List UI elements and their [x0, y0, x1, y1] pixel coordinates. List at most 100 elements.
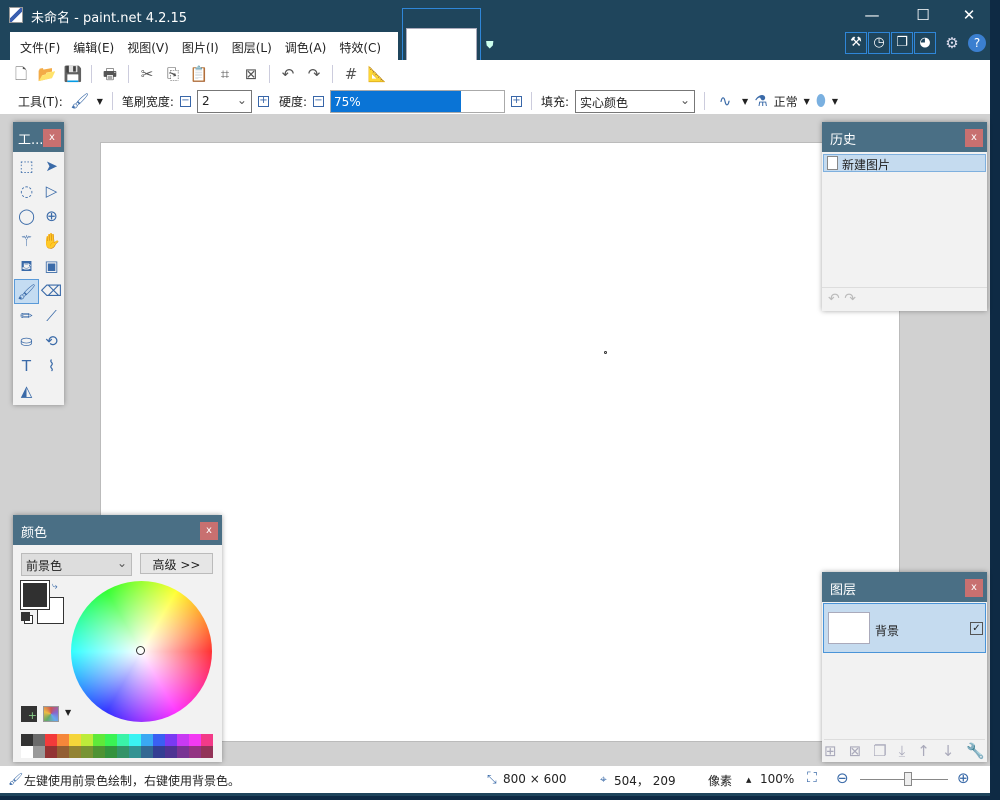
history-undo-icon[interactable]: ↶: [828, 291, 840, 307]
layer-visibility-checkbox[interactable]: ✓: [970, 622, 983, 635]
expand-tabs-icon[interactable]: ⛊: [486, 40, 494, 51]
gradient-icon[interactable]: ▣: [39, 254, 64, 279]
move-down-icon[interactable]: ↓: [942, 742, 955, 760]
help-icon[interactable]: ?: [968, 34, 986, 52]
menu-item[interactable]: 图层(L): [232, 32, 281, 61]
undo-icon[interactable]: ↶: [277, 63, 299, 85]
blend-dropdown-icon[interactable]: ▼: [804, 97, 810, 106]
menu-item[interactable]: 调色(A): [285, 32, 336, 61]
antialiasing-icon[interactable]: ∿: [714, 90, 736, 112]
palette-swatch[interactable]: [177, 734, 189, 746]
palette-swatch[interactable]: [201, 734, 213, 746]
minimize-button[interactable]: —: [852, 4, 892, 26]
lasso-select-icon[interactable]: ◌: [14, 179, 39, 204]
layers-panel-close-button[interactable]: x: [965, 579, 983, 597]
color-wheel-handle[interactable]: [136, 646, 145, 655]
palette-swatch[interactable]: [21, 746, 33, 758]
copy-icon[interactable]: ⎘: [162, 63, 184, 85]
palette-swatch[interactable]: [69, 746, 81, 758]
palette-swatch[interactable]: [81, 746, 93, 758]
palette-swatch[interactable]: [153, 746, 165, 758]
add-palette-color-icon[interactable]: +: [21, 706, 37, 722]
palette-swatch[interactable]: [33, 746, 45, 758]
layers-window-icon[interactable]: ❐: [891, 32, 913, 54]
palette-swatch[interactable]: [189, 734, 201, 746]
palette-swatch[interactable]: [129, 734, 141, 746]
history-window-icon[interactable]: ◷: [868, 32, 890, 54]
zoom-value[interactable]: 100%: [760, 772, 794, 786]
move-selection-icon[interactable]: ▷: [39, 179, 64, 204]
zoom-to-window-icon[interactable]: ⛶: [807, 770, 817, 786]
pan-icon[interactable]: ✋: [39, 229, 64, 254]
open-icon[interactable]: 📂: [36, 63, 58, 85]
color-picker-icon[interactable]: ⟋: [39, 304, 64, 329]
recolor-icon[interactable]: ⟲: [39, 329, 64, 354]
layer-item[interactable]: 背景 ✓: [823, 603, 986, 653]
history-item[interactable]: 新建图片: [823, 154, 986, 172]
selection-mode-icon[interactable]: ⬮: [816, 91, 826, 111]
tools-panel-close-button[interactable]: x: [43, 129, 61, 147]
brush-width-decrease-button[interactable]: −: [179, 95, 191, 107]
ruler-icon[interactable]: 📐: [366, 63, 388, 85]
paintbrush-icon[interactable]: 🖌: [14, 279, 39, 304]
hardness-decrease-button[interactable]: −: [313, 95, 324, 107]
palette-swatch[interactable]: [45, 746, 57, 758]
eraser-icon[interactable]: ⌫: [39, 279, 64, 304]
clone-stamp-icon[interactable]: ⛀: [14, 329, 39, 354]
palette-swatch[interactable]: [105, 746, 117, 758]
palette-swatch[interactable]: [93, 746, 105, 758]
antialiasing-dropdown-icon[interactable]: ▼: [742, 97, 748, 106]
delete-layer-icon[interactable]: ⊠: [849, 742, 862, 760]
palette-swatch[interactable]: [21, 734, 33, 746]
hardness-slider[interactable]: 75%: [330, 89, 505, 113]
tools-window-icon[interactable]: ⚒: [845, 32, 867, 54]
move-up-icon[interactable]: ↑: [917, 742, 930, 760]
unit-selector[interactable]: 像素: [708, 772, 732, 789]
ellipse-select-icon[interactable]: ◯: [14, 204, 39, 229]
merge-down-icon[interactable]: ⤓: [899, 742, 906, 760]
paint-bucket-icon[interactable]: ⛾: [14, 254, 39, 279]
text-icon[interactable]: T: [14, 354, 39, 379]
palette-swatch[interactable]: [57, 746, 69, 758]
settings-icon[interactable]: ⚙: [941, 32, 963, 54]
magic-wand-icon[interactable]: ⚚: [14, 229, 39, 254]
grid-icon[interactable]: #: [340, 63, 362, 85]
line-curve-icon[interactable]: ⌇: [39, 354, 64, 379]
palette-swatch[interactable]: [141, 746, 153, 758]
menu-item[interactable]: 图片(I): [182, 32, 228, 61]
move-selected-icon[interactable]: ➤: [39, 154, 64, 179]
crop-icon[interactable]: ⌗: [214, 63, 236, 85]
blend-mode-flask-icon[interactable]: ⚗: [754, 92, 767, 110]
redo-icon[interactable]: ↷: [303, 63, 325, 85]
print-icon[interactable]: 🖶: [99, 63, 121, 85]
advanced-colors-button[interactable]: 高级 >>: [140, 553, 213, 574]
palette-swatch[interactable]: [141, 734, 153, 746]
palette-swatch[interactable]: [69, 734, 81, 746]
palette-swatch[interactable]: [189, 746, 201, 758]
color-wheel[interactable]: [71, 581, 212, 722]
close-button[interactable]: ✕: [949, 4, 989, 26]
blend-mode-value[interactable]: 正常: [774, 93, 798, 110]
save-icon[interactable]: 💾: [62, 63, 84, 85]
menu-item[interactable]: 特效(C): [339, 32, 390, 61]
unit-dropdown-icon[interactable]: ▲: [746, 776, 751, 784]
primary-color-swatch[interactable]: [20, 580, 50, 610]
palette-swatch[interactable]: [105, 734, 117, 746]
fill-combo[interactable]: 实心颜色 ⌄: [575, 89, 696, 113]
palette-swatch[interactable]: [153, 734, 165, 746]
palette-swatch[interactable]: [81, 734, 93, 746]
rectangle-select-icon[interactable]: ⬚: [14, 154, 39, 179]
palette-swatch[interactable]: [57, 734, 69, 746]
palette-dropdown-icon[interactable]: ▼: [65, 708, 71, 717]
selection-dropdown-icon[interactable]: ▼: [832, 97, 838, 106]
palette-menu-icon[interactable]: [43, 706, 59, 722]
tool-dropdown-icon[interactable]: ▼: [97, 97, 103, 106]
colors-window-icon[interactable]: ◕: [914, 32, 936, 54]
current-tool-paintbrush-icon[interactable]: 🖌: [69, 90, 91, 112]
duplicate-layer-icon[interactable]: ❐: [873, 742, 886, 760]
zoom-out-icon[interactable]: ⊖: [836, 769, 849, 787]
palette-swatch[interactable]: [117, 734, 129, 746]
add-layer-icon[interactable]: ⊞: [824, 742, 837, 760]
palette-swatch[interactable]: [165, 746, 177, 758]
palette-swatch[interactable]: [177, 746, 189, 758]
